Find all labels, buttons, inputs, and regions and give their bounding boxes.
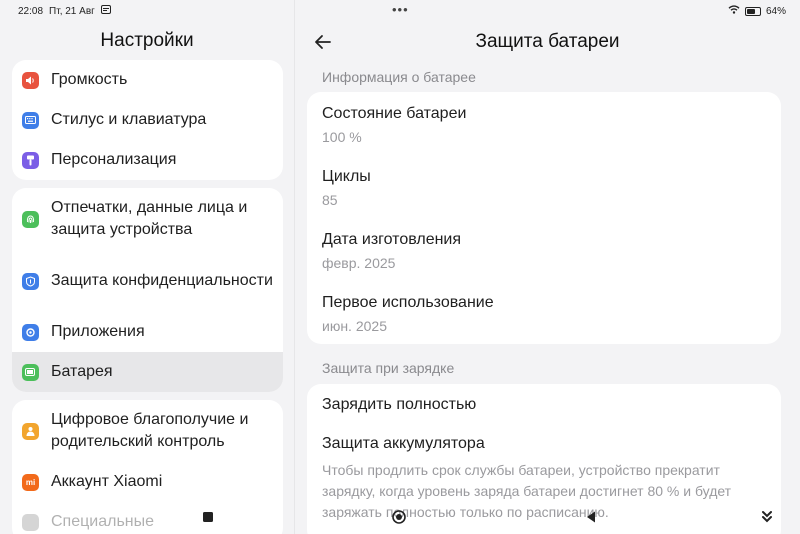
battery-protection-pane: Защита батареи Информация о батарее Сост…: [295, 0, 800, 534]
wellbeing-icon: [22, 422, 39, 440]
sidebar-item-label: Отпечатки, данные лица и защита устройст…: [51, 199, 248, 238]
xiaomi-icon: mi: [22, 473, 39, 491]
manufacture-date-value: февр. 2025: [322, 255, 396, 271]
section-label-charge-protection: Защита при зарядке: [322, 360, 455, 376]
battery-info-card: Состояние батареи 100 % Циклы 85 Дата из…: [307, 92, 781, 344]
collapse-keyboard-icon[interactable]: [758, 508, 776, 526]
battery-protection-option[interactable]: Защита аккумулятора: [322, 435, 485, 453]
speaker-icon: [22, 71, 39, 89]
fingerprint-icon: [22, 210, 39, 228]
sidebar-item-volume[interactable]: Громкость: [12, 60, 283, 100]
battery-health-value: 100 %: [322, 129, 362, 145]
sidebar-item-wellbeing[interactable]: Цифровое благополучие и родительский кон…: [12, 400, 283, 462]
apps-gear-icon: [22, 323, 39, 341]
section-label-battery-info: Информация о батарее: [322, 69, 476, 85]
sidebar-item-personalization[interactable]: Персонализация: [12, 140, 283, 180]
sidebar-item-label: Персонализация: [51, 151, 177, 168]
privacy-shield-icon: [22, 272, 39, 290]
page-title: Защита батареи: [475, 31, 620, 52]
home-button[interactable]: [391, 509, 407, 525]
battery-cycles-title: Циклы: [322, 168, 371, 185]
brush-icon: [22, 151, 39, 169]
sidebar-item-label: Приложения: [51, 323, 145, 340]
back-button[interactable]: [583, 509, 599, 525]
settings-scroll[interactable]: Громкость Стилус и клавиатура Персонализ…: [12, 56, 283, 534]
sidebar-item-label: Громкость: [51, 71, 128, 88]
first-use-title: Первое использование: [322, 294, 494, 311]
manufacture-date-title: Дата изготовления: [322, 231, 462, 248]
recents-button[interactable]: [200, 509, 216, 525]
keyboard-icon: [22, 111, 39, 129]
settings-list-pane: Настройки Громкость Стилус и клавиатура …: [0, 0, 294, 534]
sidebar-item-apps[interactable]: Приложения: [12, 312, 283, 352]
sidebar-item-label: Аккаунт Xiaomi: [51, 473, 163, 490]
settings-title: Настройки: [100, 30, 194, 51]
sidebar-item-privacy[interactable]: Защита конфиденциальности: [12, 250, 283, 312]
sidebar-item-label: Батарея: [51, 363, 113, 380]
settings-group-1: Громкость Стилус и клавиатура Персонализ…: [12, 60, 283, 180]
sidebar-item-label: Цифровое благополучие и родительский кон…: [51, 411, 249, 450]
battery-icon: [22, 363, 39, 381]
sidebar-item-stylus-keyboard[interactable]: Стилус и клавиатура: [12, 100, 283, 140]
sidebar-item-label: Защита конфиденциальности: [51, 272, 273, 289]
sidebar-item-label: Стилус и клавиатура: [51, 111, 207, 128]
sidebar-item-xiaomi-account[interactable]: mi Аккаунт Xiaomi: [12, 462, 283, 502]
sidebar-item-battery[interactable]: Батарея: [12, 352, 283, 392]
settings-group-2: Отпечатки, данные лица и защита устройст…: [12, 188, 283, 392]
first-use-value: июн. 2025: [322, 318, 387, 334]
navigation-bar: [0, 500, 800, 534]
battery-health-title: Состояние батареи: [322, 105, 467, 122]
battery-cycles-value: 85: [322, 192, 338, 208]
sidebar-item-fingerprint[interactable]: Отпечатки, данные лица и защита устройст…: [12, 188, 283, 250]
charge-full-option[interactable]: Зарядить полностью: [322, 396, 476, 414]
